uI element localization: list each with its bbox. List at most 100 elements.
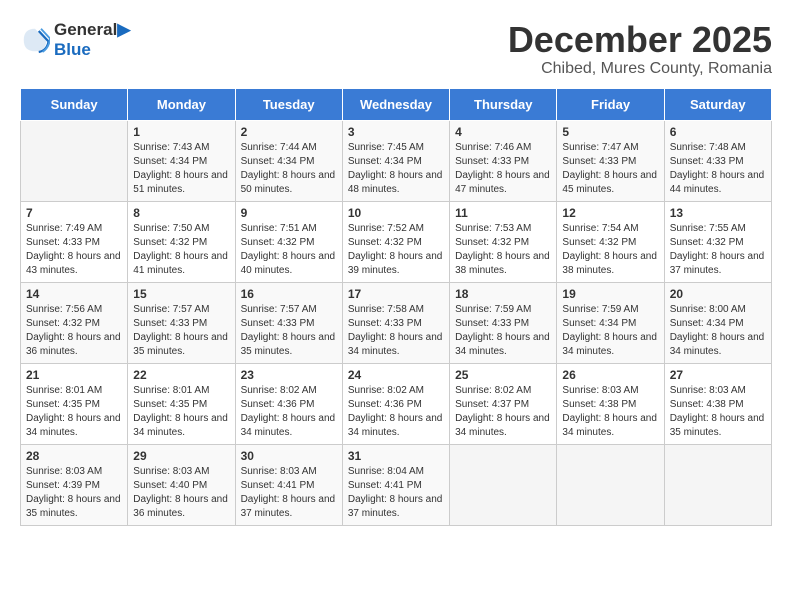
day-info: Sunrise: 7:50 AM Sunset: 4:32 PM Dayligh… (133, 222, 229, 278)
sunset-text: Sunset: 4:38 PM (562, 398, 658, 412)
day-info: Sunrise: 7:59 AM Sunset: 4:34 PM Dayligh… (562, 303, 658, 359)
day-number: 6 (670, 125, 766, 139)
sunset-text: Sunset: 4:33 PM (455, 317, 551, 331)
sunset-text: Sunset: 4:33 PM (455, 155, 551, 169)
sunrise-text: Sunrise: 8:03 AM (133, 465, 229, 479)
day-number: 24 (348, 368, 444, 382)
day-number: 28 (26, 449, 122, 463)
calendar-week-row: 21 Sunrise: 8:01 AM Sunset: 4:35 PM Dayl… (21, 363, 772, 444)
sunrise-text: Sunrise: 8:04 AM (348, 465, 444, 479)
daylight-text: Daylight: 8 hours and 37 minutes. (670, 250, 766, 278)
day-info: Sunrise: 7:57 AM Sunset: 4:33 PM Dayligh… (133, 303, 229, 359)
day-number: 14 (26, 287, 122, 301)
day-info: Sunrise: 7:48 AM Sunset: 4:33 PM Dayligh… (670, 141, 766, 197)
day-number: 18 (455, 287, 551, 301)
day-info: Sunrise: 8:03 AM Sunset: 4:38 PM Dayligh… (562, 384, 658, 440)
sunrise-text: Sunrise: 7:52 AM (348, 222, 444, 236)
month-title: December 2025 (508, 20, 772, 60)
day-number: 23 (241, 368, 337, 382)
calendar-day-cell: 28 Sunrise: 8:03 AM Sunset: 4:39 PM Dayl… (21, 444, 128, 525)
sunrise-text: Sunrise: 7:47 AM (562, 141, 658, 155)
sunset-text: Sunset: 4:32 PM (348, 236, 444, 250)
sunset-text: Sunset: 4:41 PM (241, 479, 337, 493)
day-info: Sunrise: 8:00 AM Sunset: 4:34 PM Dayligh… (670, 303, 766, 359)
calendar-week-row: 7 Sunrise: 7:49 AM Sunset: 4:33 PM Dayli… (21, 201, 772, 282)
calendar-day-cell: 6 Sunrise: 7:48 AM Sunset: 4:33 PM Dayli… (664, 120, 771, 201)
sunrise-text: Sunrise: 8:00 AM (670, 303, 766, 317)
day-info: Sunrise: 7:49 AM Sunset: 4:33 PM Dayligh… (26, 222, 122, 278)
daylight-text: Daylight: 8 hours and 50 minutes. (241, 169, 337, 197)
daylight-text: Daylight: 8 hours and 47 minutes. (455, 169, 551, 197)
day-info: Sunrise: 8:01 AM Sunset: 4:35 PM Dayligh… (26, 384, 122, 440)
calendar-day-cell: 27 Sunrise: 8:03 AM Sunset: 4:38 PM Dayl… (664, 363, 771, 444)
day-number: 17 (348, 287, 444, 301)
sunrise-text: Sunrise: 7:44 AM (241, 141, 337, 155)
daylight-text: Daylight: 8 hours and 34 minutes. (241, 412, 337, 440)
sunset-text: Sunset: 4:32 PM (241, 236, 337, 250)
daylight-text: Daylight: 8 hours and 34 minutes. (455, 412, 551, 440)
sunset-text: Sunset: 4:38 PM (670, 398, 766, 412)
day-number: 16 (241, 287, 337, 301)
calendar-day-cell (664, 444, 771, 525)
sunrise-text: Sunrise: 8:01 AM (26, 384, 122, 398)
day-of-week-header: Wednesday (342, 88, 449, 120)
sunset-text: Sunset: 4:41 PM (348, 479, 444, 493)
sunset-text: Sunset: 4:33 PM (562, 155, 658, 169)
calendar-day-cell: 20 Sunrise: 8:00 AM Sunset: 4:34 PM Dayl… (664, 282, 771, 363)
sunrise-text: Sunrise: 8:02 AM (348, 384, 444, 398)
sunset-text: Sunset: 4:32 PM (455, 236, 551, 250)
sunset-text: Sunset: 4:34 PM (241, 155, 337, 169)
calendar-body: 1 Sunrise: 7:43 AM Sunset: 4:34 PM Dayli… (21, 120, 772, 525)
day-of-week-header: Thursday (450, 88, 557, 120)
daylight-text: Daylight: 8 hours and 35 minutes. (670, 412, 766, 440)
day-info: Sunrise: 7:53 AM Sunset: 4:32 PM Dayligh… (455, 222, 551, 278)
calendar-day-cell: 10 Sunrise: 7:52 AM Sunset: 4:32 PM Dayl… (342, 201, 449, 282)
sunrise-text: Sunrise: 7:59 AM (455, 303, 551, 317)
sunrise-text: Sunrise: 8:03 AM (670, 384, 766, 398)
daylight-text: Daylight: 8 hours and 51 minutes. (133, 169, 229, 197)
sunset-text: Sunset: 4:36 PM (241, 398, 337, 412)
logo-icon (20, 25, 50, 55)
day-number: 7 (26, 206, 122, 220)
sunset-text: Sunset: 4:32 PM (133, 236, 229, 250)
day-number: 15 (133, 287, 229, 301)
day-info: Sunrise: 8:04 AM Sunset: 4:41 PM Dayligh… (348, 465, 444, 521)
sunrise-text: Sunrise: 7:48 AM (670, 141, 766, 155)
day-info: Sunrise: 7:52 AM Sunset: 4:32 PM Dayligh… (348, 222, 444, 278)
day-number: 13 (670, 206, 766, 220)
sunrise-text: Sunrise: 7:58 AM (348, 303, 444, 317)
calendar-day-cell (557, 444, 664, 525)
calendar-day-cell: 24 Sunrise: 8:02 AM Sunset: 4:36 PM Dayl… (342, 363, 449, 444)
sunset-text: Sunset: 4:32 PM (26, 317, 122, 331)
sunset-text: Sunset: 4:34 PM (562, 317, 658, 331)
calendar-day-cell: 11 Sunrise: 7:53 AM Sunset: 4:32 PM Dayl… (450, 201, 557, 282)
day-number: 29 (133, 449, 229, 463)
daylight-text: Daylight: 8 hours and 36 minutes. (26, 331, 122, 359)
daylight-text: Daylight: 8 hours and 37 minutes. (348, 493, 444, 521)
daylight-text: Daylight: 8 hours and 43 minutes. (26, 250, 122, 278)
day-number: 11 (455, 206, 551, 220)
sunset-text: Sunset: 4:33 PM (348, 317, 444, 331)
calendar-day-cell: 31 Sunrise: 8:04 AM Sunset: 4:41 PM Dayl… (342, 444, 449, 525)
calendar-day-cell: 9 Sunrise: 7:51 AM Sunset: 4:32 PM Dayli… (235, 201, 342, 282)
day-info: Sunrise: 8:02 AM Sunset: 4:36 PM Dayligh… (241, 384, 337, 440)
calendar-day-cell: 23 Sunrise: 8:02 AM Sunset: 4:36 PM Dayl… (235, 363, 342, 444)
day-number: 5 (562, 125, 658, 139)
daylight-text: Daylight: 8 hours and 34 minutes. (26, 412, 122, 440)
calendar-day-cell: 5 Sunrise: 7:47 AM Sunset: 4:33 PM Dayli… (557, 120, 664, 201)
calendar-day-cell: 4 Sunrise: 7:46 AM Sunset: 4:33 PM Dayli… (450, 120, 557, 201)
day-info: Sunrise: 8:03 AM Sunset: 4:39 PM Dayligh… (26, 465, 122, 521)
calendar-week-row: 14 Sunrise: 7:56 AM Sunset: 4:32 PM Dayl… (21, 282, 772, 363)
sunrise-text: Sunrise: 8:01 AM (133, 384, 229, 398)
calendar-day-cell (450, 444, 557, 525)
day-number: 8 (133, 206, 229, 220)
daylight-text: Daylight: 8 hours and 34 minutes. (455, 331, 551, 359)
daylight-text: Daylight: 8 hours and 35 minutes. (133, 331, 229, 359)
day-of-week-header: Monday (128, 88, 235, 120)
sunset-text: Sunset: 4:33 PM (133, 317, 229, 331)
sunrise-text: Sunrise: 7:59 AM (562, 303, 658, 317)
calendar-day-cell: 26 Sunrise: 8:03 AM Sunset: 4:38 PM Dayl… (557, 363, 664, 444)
calendar-day-cell: 1 Sunrise: 7:43 AM Sunset: 4:34 PM Dayli… (128, 120, 235, 201)
sunrise-text: Sunrise: 8:03 AM (241, 465, 337, 479)
calendar-day-cell: 15 Sunrise: 7:57 AM Sunset: 4:33 PM Dayl… (128, 282, 235, 363)
